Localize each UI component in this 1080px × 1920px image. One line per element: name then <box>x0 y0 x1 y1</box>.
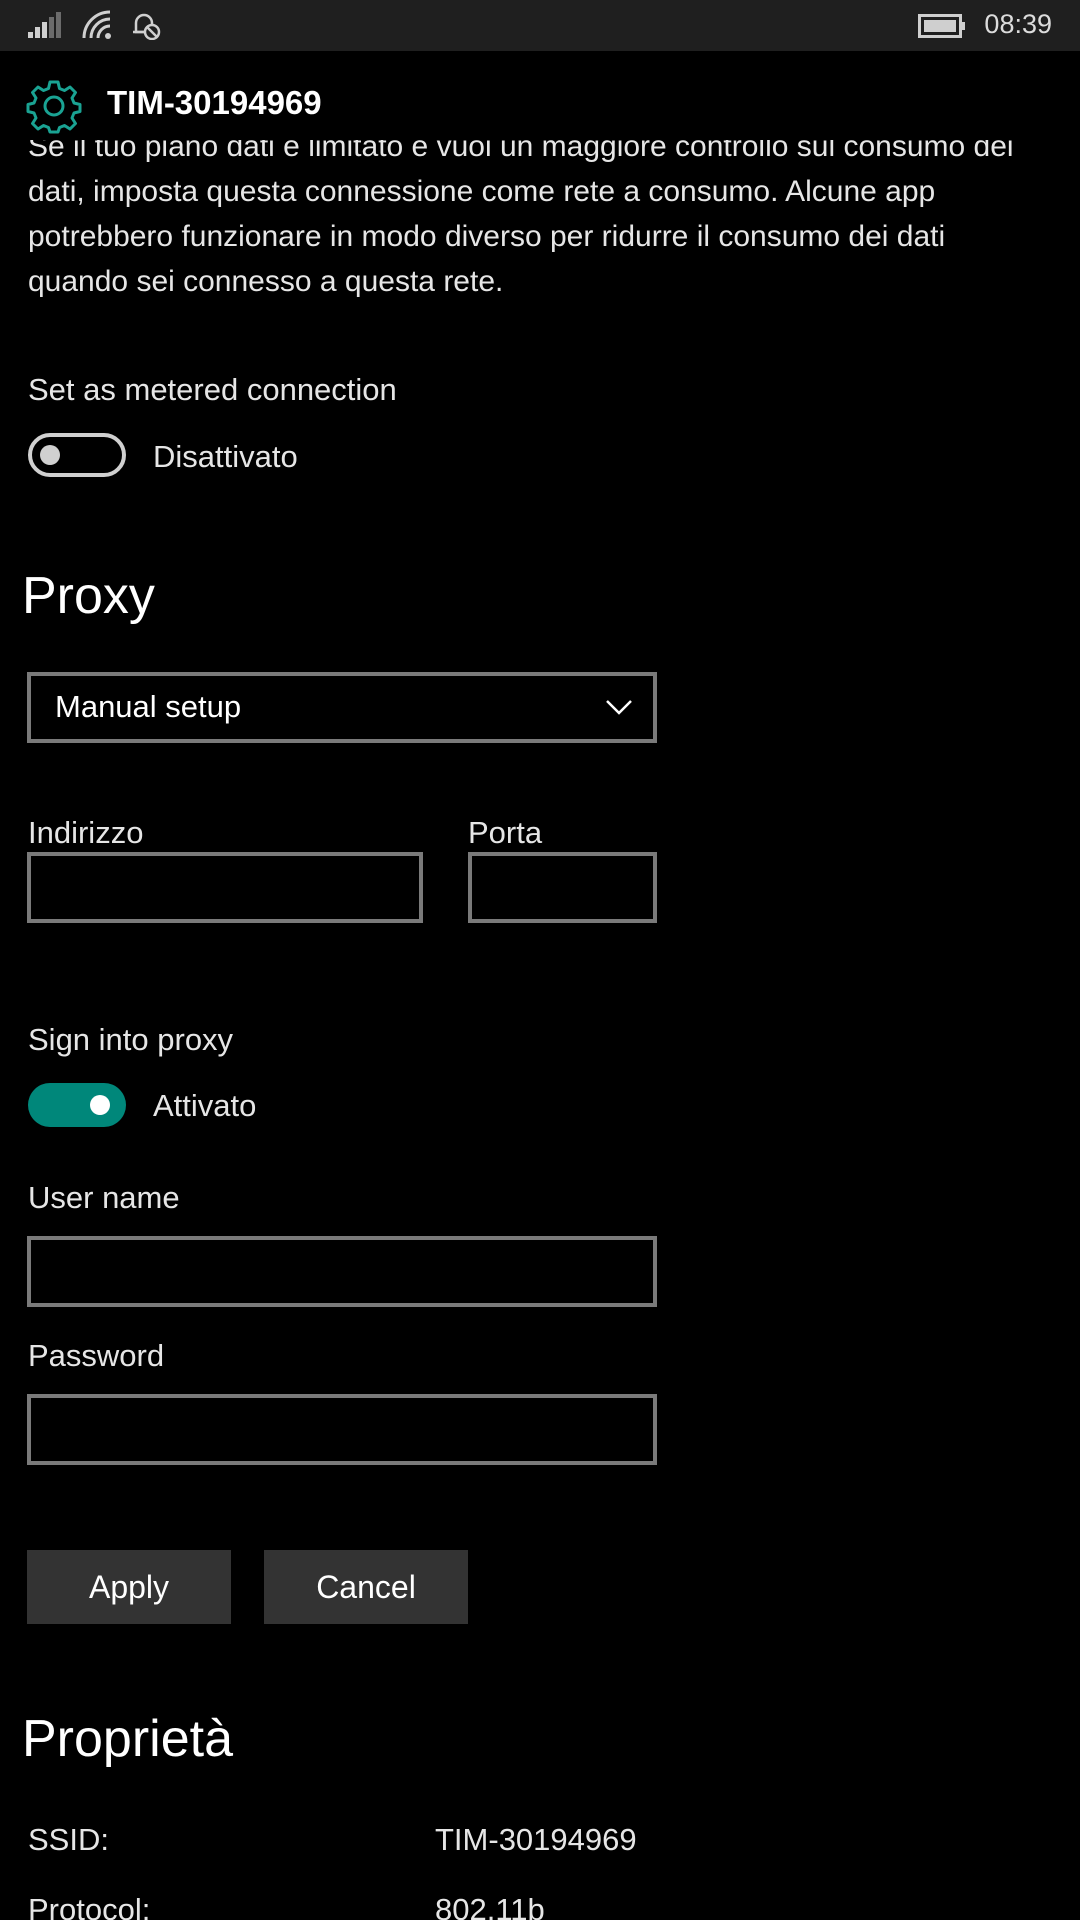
settings-content[interactable]: Se il tuo piano dati è limitato e vuoi u… <box>0 140 1080 1920</box>
status-bar: 08:39 <box>0 0 1080 51</box>
chevron-down-icon <box>606 700 632 715</box>
properties-title: Proprietà <box>22 1710 233 1768</box>
battery-icon <box>918 14 965 38</box>
password-field[interactable] <box>27 1394 657 1465</box>
metered-toggle[interactable] <box>28 433 126 477</box>
proxy-mode-value: Manual setup <box>55 689 242 724</box>
page-title: TIM-30194969 <box>107 84 322 121</box>
wifi-icon <box>82 10 111 39</box>
protocol-value: 802.11b <box>435 1892 545 1920</box>
proxy-mode-dropdown[interactable]: Manual setup <box>27 672 657 743</box>
metered-description: Se il tuo piano dati è limitato e vuoi u… <box>28 140 1014 298</box>
metered-state: Disattivato <box>153 439 298 474</box>
proxy-title: Proxy <box>22 567 155 625</box>
metered-label: Set as metered connection <box>28 372 397 407</box>
gear-icon <box>26 80 82 134</box>
status-time: 08:39 <box>984 9 1052 39</box>
cancel-button[interactable]: Cancel <box>264 1550 468 1624</box>
apply-button[interactable]: Apply <box>27 1550 231 1624</box>
sign-in-state: Attivato <box>153 1088 257 1123</box>
sign-in-toggle[interactable] <box>28 1083 126 1127</box>
sign-in-label: Sign into proxy <box>28 1022 234 1057</box>
signal-icon <box>28 12 61 38</box>
password-label: Password <box>28 1338 165 1373</box>
ssid-value: TIM-30194969 <box>435 1822 637 1857</box>
username-label: User name <box>28 1180 180 1215</box>
toggle-knob <box>40 445 60 465</box>
protocol-label: Protocol: <box>28 1892 151 1920</box>
address-field[interactable] <box>27 852 423 923</box>
address-label: Indirizzo <box>28 815 144 850</box>
port-field[interactable] <box>468 852 657 923</box>
username-field[interactable] <box>27 1236 657 1307</box>
port-label: Porta <box>468 815 543 850</box>
toggle-knob <box>90 1095 110 1115</box>
ssid-label: SSID: <box>28 1822 109 1857</box>
quiet-hours-icon <box>133 13 161 40</box>
